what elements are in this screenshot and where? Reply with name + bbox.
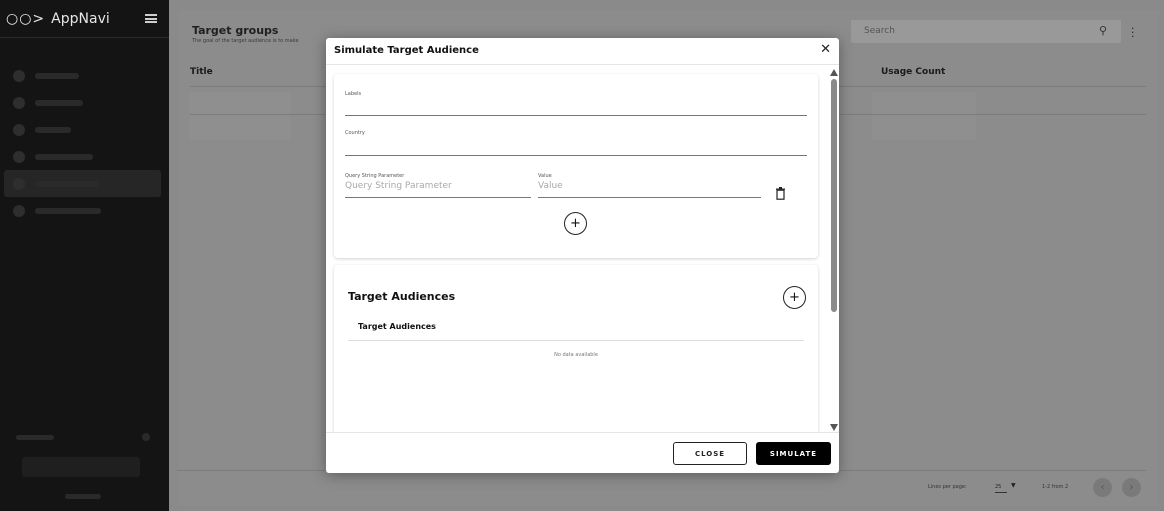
simulate-button[interactable]: SIMULATE xyxy=(756,442,831,465)
dialog-header: Simulate Target Audience ✕ xyxy=(326,38,839,65)
scrollbar-thumb[interactable] xyxy=(831,79,837,312)
value-field[interactable] xyxy=(538,197,761,198)
search-input[interactable]: Search ⚲ xyxy=(851,20,1121,43)
sidebar-item[interactable] xyxy=(4,89,161,116)
page-title: Target groups xyxy=(192,24,279,37)
parameters-panel: Labels Country Query String Parameter Qu… xyxy=(334,74,818,258)
hamburger-icon[interactable] xyxy=(145,14,157,23)
column-header-usage-count[interactable]: Usage Count xyxy=(881,67,945,77)
scroll-up-icon[interactable] xyxy=(830,69,838,76)
chevron-down-icon[interactable]: ▼ xyxy=(1011,482,1016,489)
sidebar-item-target-groups[interactable] xyxy=(4,170,161,197)
sidebar: ○○> AppNavi xyxy=(0,0,169,511)
table-row[interactable] xyxy=(872,92,976,140)
query-param-field[interactable] xyxy=(345,197,531,198)
dialog-scrollbar[interactable] xyxy=(830,69,838,431)
search-placeholder: Search xyxy=(864,26,895,36)
dialog-body: Labels Country Query String Parameter Qu… xyxy=(326,65,839,432)
add-target-audience-button[interactable]: + xyxy=(783,286,806,309)
nav-icon xyxy=(13,123,25,136)
value-label: Value xyxy=(538,173,552,179)
nav-icon xyxy=(13,96,25,109)
scroll-down-icon[interactable] xyxy=(830,424,838,431)
target-audiences-column-header: Target Audiences xyxy=(358,322,436,331)
search-icon[interactable]: ⚲ xyxy=(1099,24,1107,37)
sidebar-nav xyxy=(0,62,169,224)
nav-icon xyxy=(13,150,25,163)
pagination-range: 1-2 from 2 xyxy=(1042,484,1069,490)
sidebar-footer xyxy=(0,421,169,511)
target-audiences-title: Target Audiences xyxy=(348,290,456,303)
sidebar-item[interactable] xyxy=(4,143,161,170)
chevron-right-icon[interactable]: › xyxy=(1122,478,1141,497)
empty-state-text: No data available xyxy=(554,352,598,358)
add-parameter-button[interactable]: + xyxy=(564,212,587,235)
country-field[interactable] xyxy=(345,155,807,156)
lines-per-page-label: Lines per page: xyxy=(928,484,967,490)
sidebar-item[interactable] xyxy=(4,62,161,89)
close-button[interactable]: CLOSE xyxy=(673,442,747,465)
table-row[interactable] xyxy=(190,92,290,140)
logo-icon: ○○> xyxy=(6,10,46,27)
app-name: AppNavi xyxy=(51,10,110,27)
labels-field[interactable] xyxy=(345,115,807,116)
sidebar-item[interactable] xyxy=(4,197,161,224)
query-param-placeholder: Query String Parameter xyxy=(345,181,452,191)
lines-per-page-select[interactable]: 25 xyxy=(995,484,1008,493)
page-subtitle: The goal of the target audience is to ma… xyxy=(192,38,299,44)
chevron-left-icon[interactable]: ‹ xyxy=(1093,478,1112,497)
nav-icon xyxy=(13,177,25,190)
column-header-title[interactable]: Title xyxy=(190,67,213,77)
country-label: Country xyxy=(345,130,365,136)
sidebar-item[interactable] xyxy=(4,116,161,143)
trash-icon[interactable] xyxy=(775,187,786,200)
table-divider xyxy=(348,340,804,341)
query-param-label: Query String Parameter xyxy=(345,173,405,179)
nav-icon xyxy=(13,69,25,82)
labels-label: Labels xyxy=(345,91,362,97)
nav-icon xyxy=(13,204,25,217)
dialog-footer: CLOSE SIMULATE xyxy=(326,432,839,473)
close-icon[interactable]: ✕ xyxy=(820,42,831,57)
logo-row: ○○> AppNavi xyxy=(0,0,169,38)
value-placeholder: Value xyxy=(538,181,563,191)
dialog-title: Simulate Target Audience xyxy=(334,45,479,56)
kebab-menu-icon[interactable]: · · · xyxy=(1131,23,1135,42)
target-audiences-panel: Target Audiences + Target Audiences No d… xyxy=(334,265,818,432)
simulate-dialog: Simulate Target Audience ✕ Labels Countr… xyxy=(326,38,839,473)
